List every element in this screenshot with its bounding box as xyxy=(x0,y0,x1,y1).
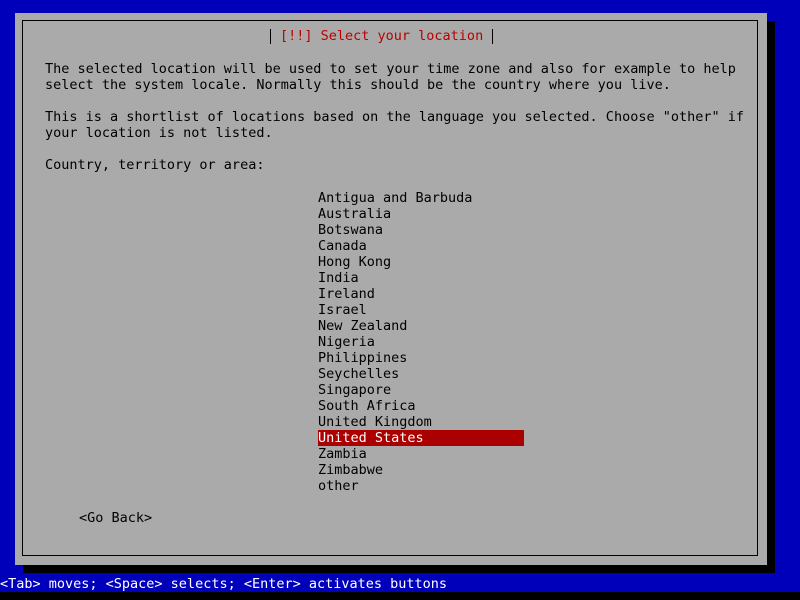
country-list-item[interactable]: Ireland xyxy=(318,286,375,302)
select-location-dialog: [!!] Select your location The selected l… xyxy=(15,13,767,565)
country-list-item[interactable]: Australia xyxy=(318,206,391,222)
country-list-item[interactable]: Singapore xyxy=(318,382,391,398)
country-list-item[interactable]: South Africa xyxy=(318,398,416,414)
country-list-item[interactable]: United Kingdom xyxy=(318,414,432,430)
title-separator-right-icon xyxy=(492,28,494,44)
bottom-black-strip xyxy=(0,592,800,600)
country-list-item[interactable]: Hong Kong xyxy=(318,254,391,270)
country-list-item[interactable]: Zimbabwe xyxy=(318,462,383,478)
country-list-item[interactable]: Zambia xyxy=(318,446,367,462)
country-list-item-selected[interactable]: United States xyxy=(318,430,524,446)
country-list-item[interactable]: Botswana xyxy=(318,222,383,238)
country-list[interactable]: Antigua and Barbuda Australia Botswana Cana… xyxy=(318,190,618,494)
country-list-item[interactable]: Nigeria xyxy=(318,334,375,350)
country-list-item[interactable]: Seychelles xyxy=(318,366,399,382)
description-paragraph-2: This is a shortlist of locations based o… xyxy=(45,109,744,141)
country-list-item[interactable]: Israel xyxy=(318,302,367,318)
country-list-item[interactable]: other xyxy=(318,478,359,494)
installer-screen: [!!] Select your location The selected l… xyxy=(0,0,800,600)
country-list-item[interactable]: India xyxy=(318,270,359,286)
country-list-item[interactable]: Canada xyxy=(318,238,367,254)
description-paragraph-1: The selected location will be used to se… xyxy=(45,61,736,93)
country-list-item[interactable]: Philippines xyxy=(318,350,407,366)
country-list-item[interactable]: New Zealand xyxy=(318,318,407,334)
country-list-label: Country, territory or area: xyxy=(45,157,265,173)
page-title: [!!] Select your location xyxy=(271,27,493,45)
status-bar-hint: <Tab> moves; <Space> selects; <Enter> ac… xyxy=(0,576,448,592)
go-back-button[interactable]: <Go Back> xyxy=(79,510,152,526)
dialog-title-bar: [!!] Select your location xyxy=(270,27,494,45)
country-list-item[interactable]: Antigua and Barbuda xyxy=(318,190,472,206)
